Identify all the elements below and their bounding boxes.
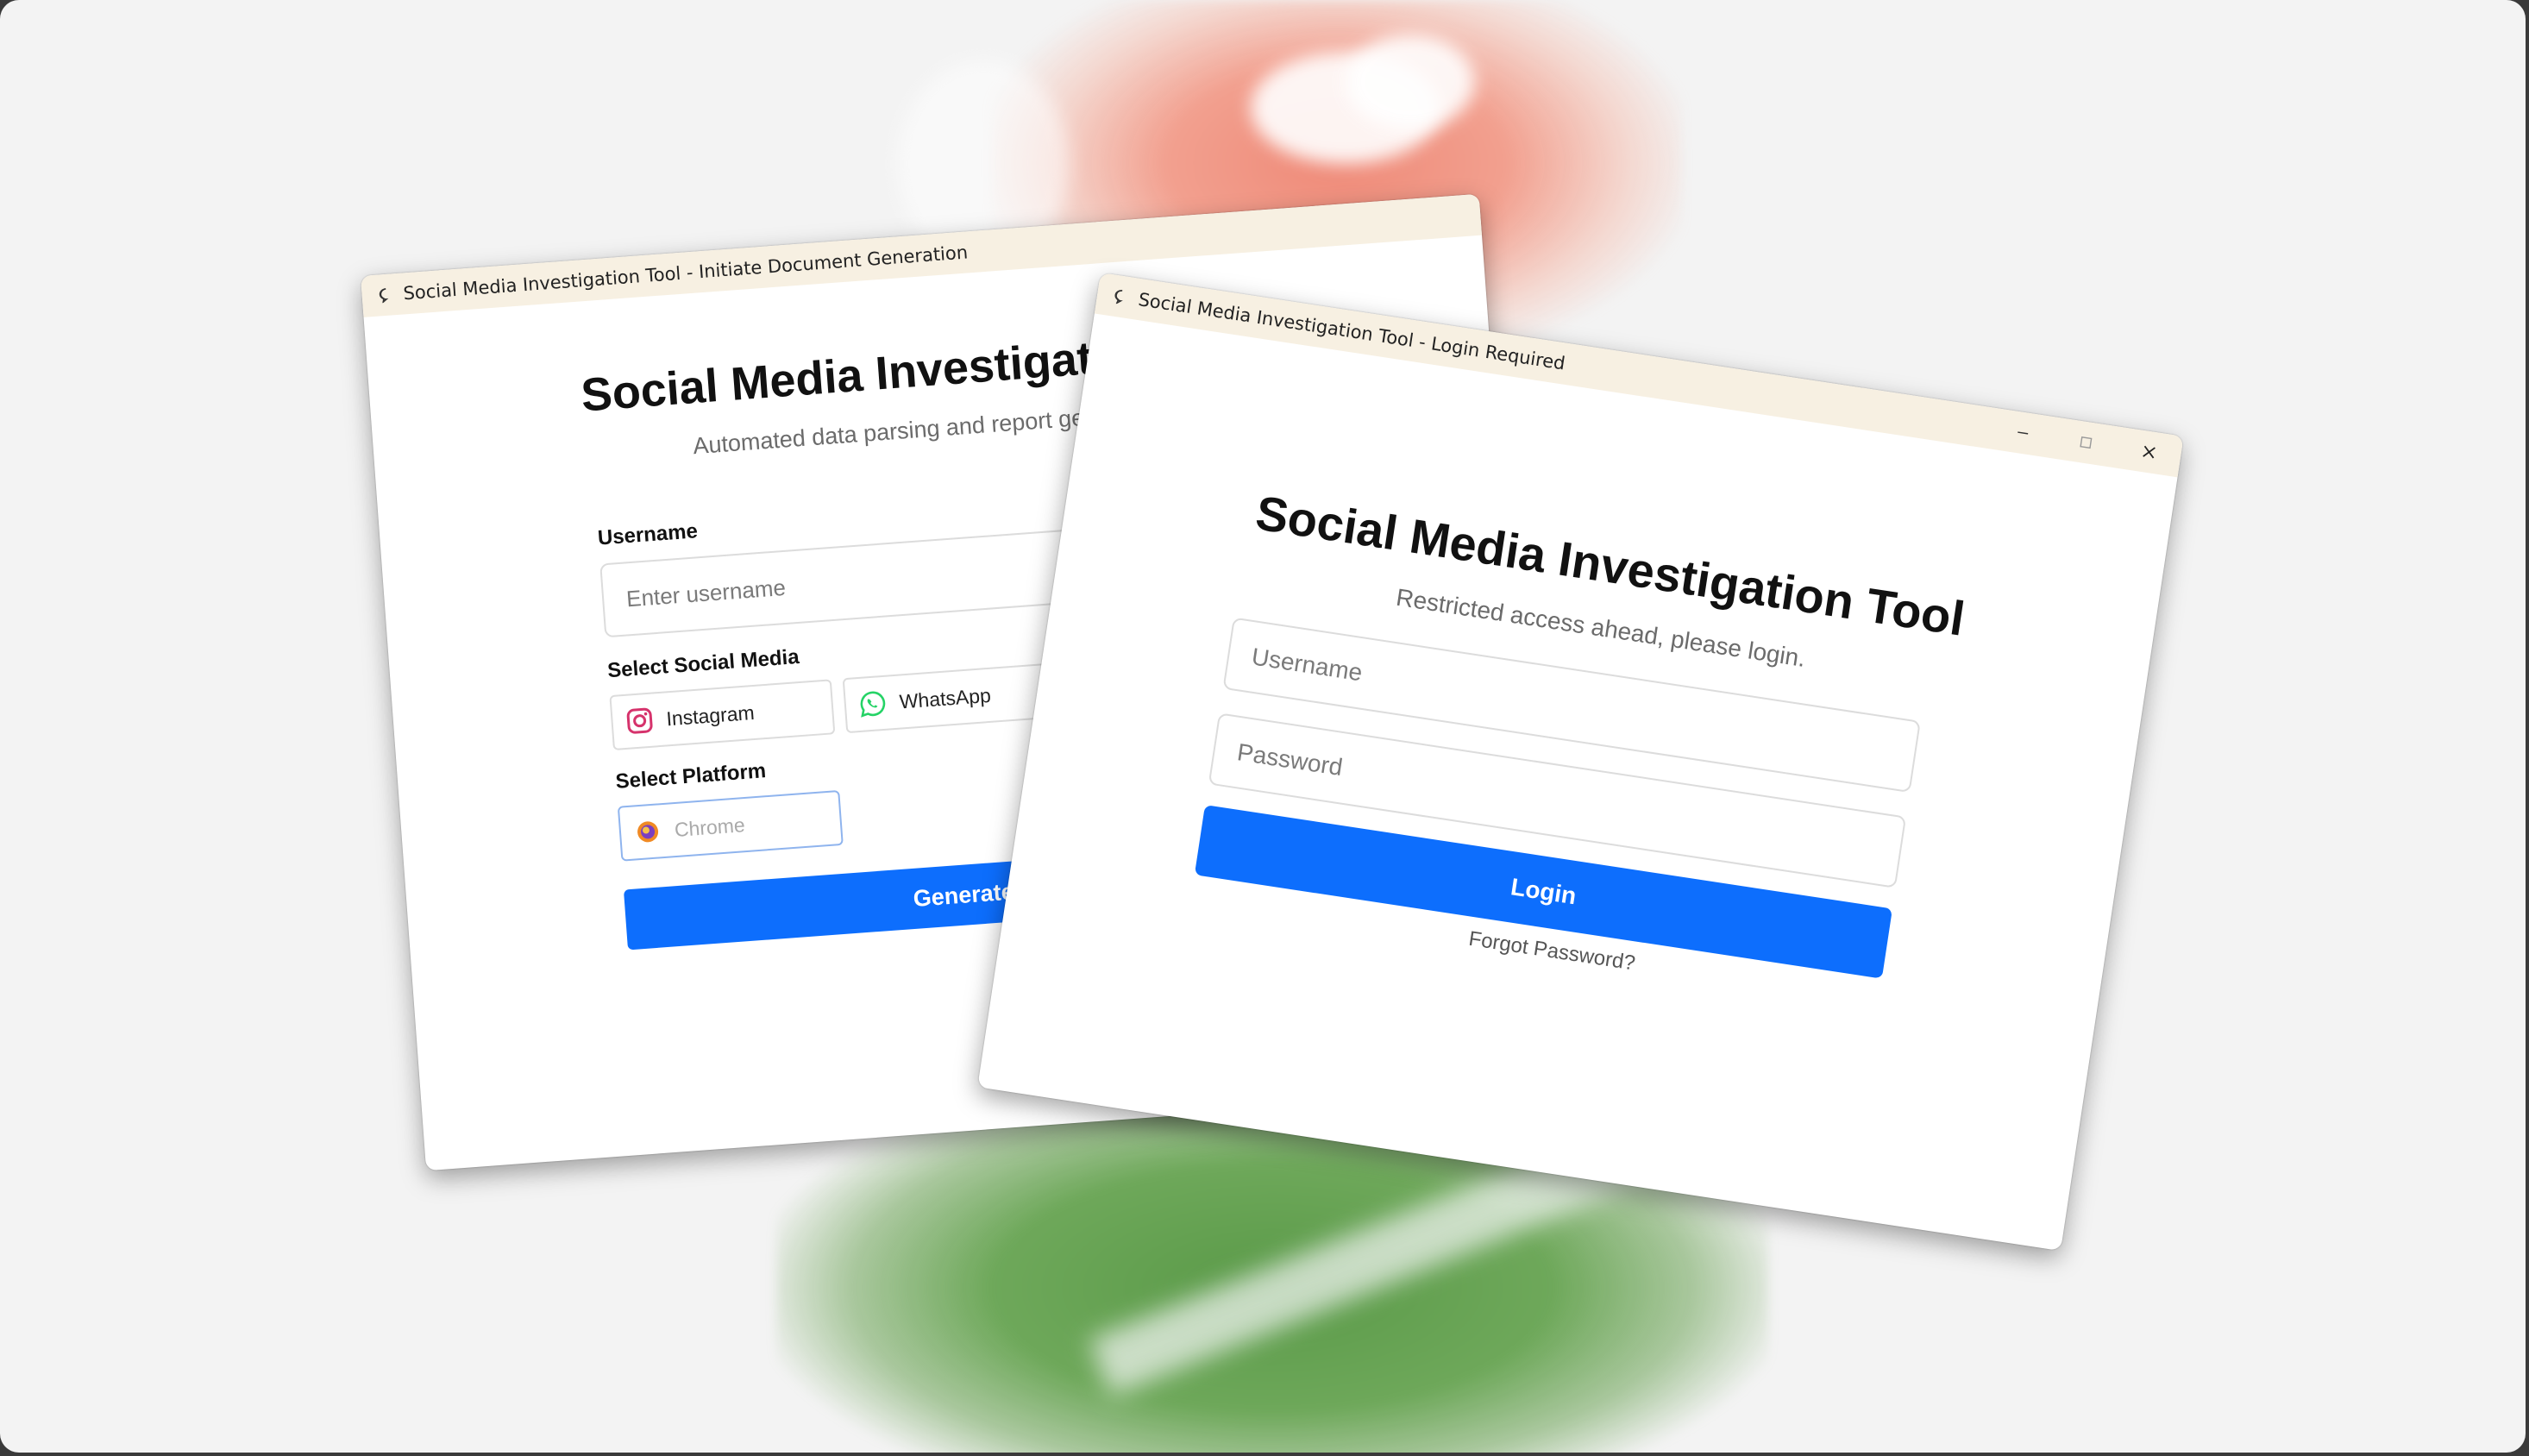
wallpaper-cloud [1346,35,1475,129]
select-platform-label: Select Platform [614,759,767,794]
instagram-option[interactable]: Instagram [609,679,836,751]
whatsapp-icon [857,688,888,719]
minimize-button[interactable] [1988,408,2057,459]
maximize-button[interactable] [2051,417,2120,468]
whatsapp-label: WhatsApp [898,683,992,713]
report-window-title: Social Media Investigation Tool - Initia… [402,242,969,304]
platform-value: Chrome [674,813,746,841]
login-window-titlebar[interactable]: Social Media Investigation Tool - Login … [1094,273,2184,478]
instagram-label: Instagram [665,700,756,730]
desktop-background: Social Media Investigation Tool - Initia… [0,0,2526,1453]
maximize-icon [2080,436,2093,449]
minimize-icon [2018,431,2029,435]
chat-bubble-icon [1112,287,1132,307]
wallpaper-cloud [1251,52,1440,164]
username-label: Username [597,519,699,550]
platform-select[interactable]: Chrome [617,789,844,862]
instagram-icon [624,705,655,736]
select-social-media-label: Select Social Media [606,644,800,683]
close-icon [2143,445,2156,459]
report-window-titlebar[interactable]: Social Media Investigation Tool - Initia… [361,193,1483,317]
login-window: Social Media Investigation Tool - Login … [977,273,2184,1252]
browser-icon [632,816,663,847]
close-button[interactable] [2114,427,2183,478]
chat-bubble-icon [377,286,395,304]
